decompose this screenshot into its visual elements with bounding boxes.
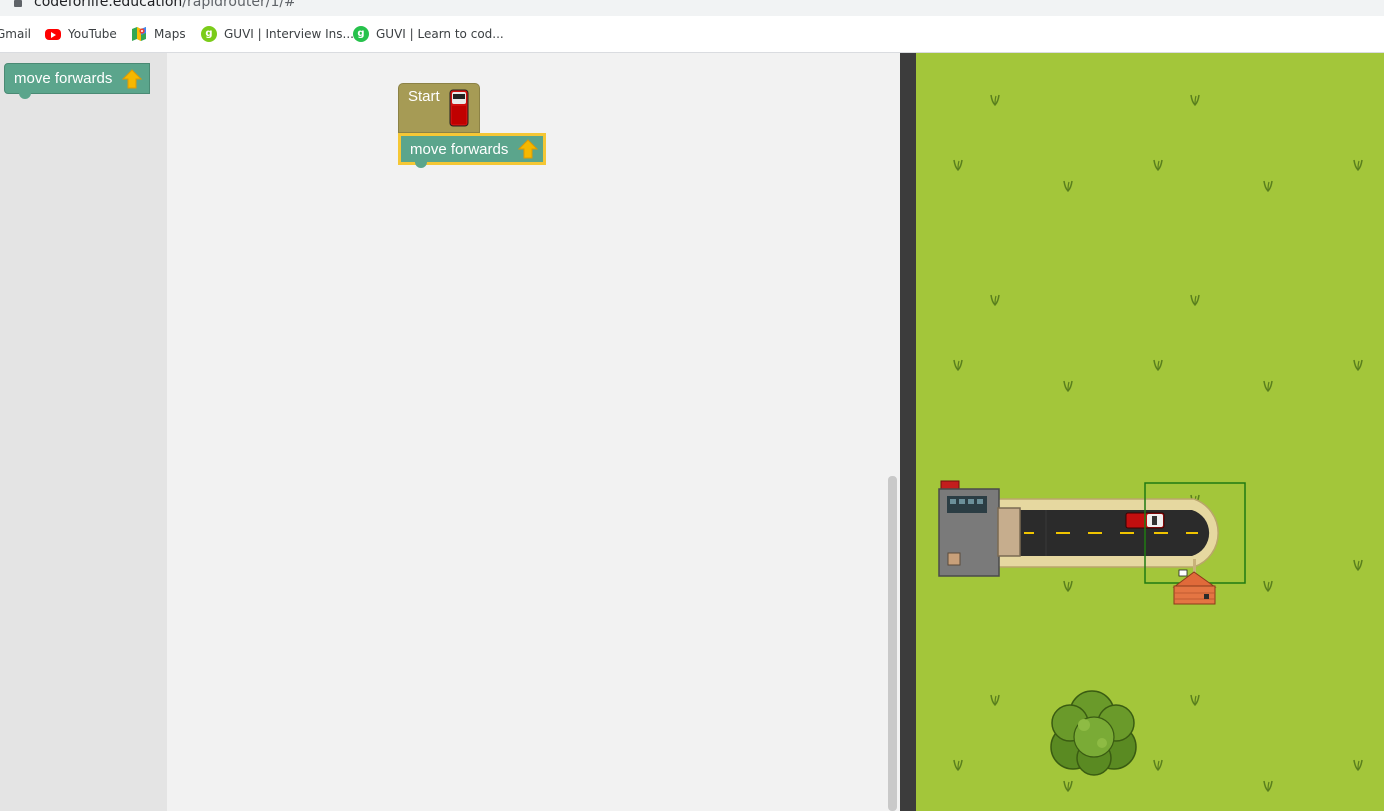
road [997, 498, 1219, 568]
car-icon [449, 89, 469, 127]
code-workspace[interactable] [167, 53, 900, 811]
grass-icon [953, 94, 1363, 792]
block-label: move forwards [410, 140, 509, 158]
blocks-toolbox [0, 53, 167, 811]
start-label: Start [408, 88, 440, 105]
maps-icon [131, 26, 147, 42]
toolbox-move-forwards-block[interactable]: move forwards [4, 63, 150, 99]
bookmark-guvi-interview[interactable]: g GUVI | Interview Ins... [201, 16, 354, 52]
tree-icon [1050, 690, 1137, 776]
bookmark-gmail[interactable]: Gmail [0, 16, 31, 52]
arrow-up-icon [122, 68, 143, 88]
block-label: move forwards [14, 70, 113, 87]
bookmark-label: Gmail [0, 27, 32, 41]
bookmark-label: GUVI | Interview Ins... [224, 27, 354, 41]
url-text: codeforlife.education/rapidrouter/1/# [34, 0, 296, 10]
guvi-icon: g [353, 26, 369, 42]
bookmark-label: Maps [154, 27, 186, 41]
game-map [916, 53, 1384, 811]
bookmark-youtube[interactable]: YouTube [45, 16, 117, 52]
arrow-up-icon [518, 139, 539, 159]
bookmark-label: GUVI | Learn to cod... [376, 27, 504, 41]
bookmarks-bar: Gmail YouTube Maps g GUVI | Interview In… [0, 16, 1384, 53]
bookmark-maps[interactable]: Maps [131, 16, 186, 52]
lock-icon [14, 0, 22, 7]
map-canvas [938, 94, 1363, 792]
url-host: codeforlife.education [34, 0, 183, 10]
workspace-scrollbar[interactable] [888, 476, 897, 811]
panel-divider[interactable] [900, 53, 916, 811]
url-path: /rapidrouter/1/# [182, 0, 296, 10]
bookmark-label: YouTube [68, 27, 117, 41]
bookmark-guvi-learn[interactable]: g GUVI | Learn to cod... [353, 16, 504, 52]
guvi-icon: g [201, 26, 217, 42]
start-block[interactable]: Start [398, 83, 480, 133]
youtube-icon [45, 28, 61, 40]
workspace-move-forwards-block[interactable]: move forwards [398, 133, 546, 168]
address-bar[interactable]: codeforlife.education/rapidrouter/1/# [0, 0, 1384, 16]
